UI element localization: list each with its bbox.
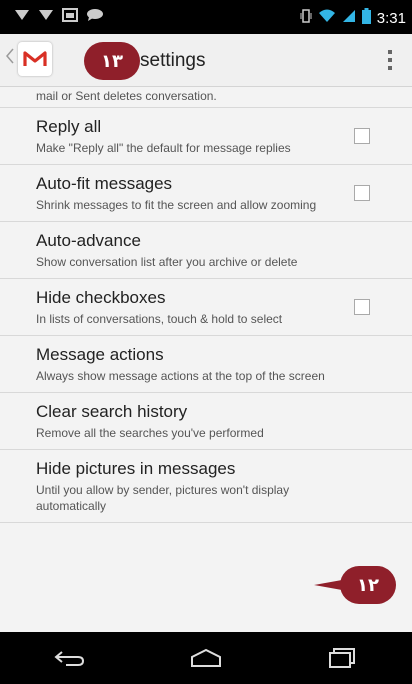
setting-summary: Show conversation list after you archive… [36,255,298,269]
notification-icons [14,8,104,26]
twitter-icon [14,8,30,26]
page-title: settings [140,50,206,71]
setting-title: Message actions [36,345,164,364]
setting-summary: In lists of conversations, touch & hold … [36,312,283,326]
action-bar: settings [0,34,412,87]
system-icons: 3:31 [300,8,406,28]
back-icon[interactable] [44,640,94,676]
setting-summary: Until you allow by sender, pictures won'… [36,483,290,513]
setting-title: Auto-advance [36,231,141,250]
checkbox[interactable] [354,299,370,315]
menu-dot [388,66,392,70]
setting-summary: Always show message actions at the top o… [36,369,325,383]
annotation-badge-13: ۱۳ [84,42,140,80]
menu-dot [388,58,392,62]
status-time: 3:31 [376,9,406,27]
setting-hide-checkboxes[interactable]: Hide checkboxes In lists of conversation… [0,279,412,336]
twitter-icon [38,8,54,26]
setting-summary: Shrink messages to fit the screen and al… [36,198,317,212]
up-chevron-icon[interactable] [6,48,14,69]
status-bar: 3:31 [0,0,412,34]
vibrate-icon [300,8,312,28]
menu-dot [388,50,392,54]
setting-hide-pictures[interactable]: Hide pictures in messages Until you allo… [0,450,412,523]
checkbox[interactable] [354,128,370,144]
recents-icon[interactable] [318,640,368,676]
partial-setting-summary: mail or Sent deletes conversation. [0,87,412,108]
setting-auto-fit[interactable]: Auto-fit messages Shrink messages to fit… [0,165,412,222]
chat-icon [86,8,104,26]
gmail-m-icon[interactable] [18,42,52,76]
setting-title: Reply all [36,117,102,136]
annotation-badge-12: ۱۲ [314,566,396,604]
navigation-bar [0,632,412,684]
image-icon [62,8,78,26]
setting-message-actions[interactable]: Message actions Always show message acti… [0,336,412,393]
setting-title: Clear search history [36,402,188,421]
setting-auto-advance[interactable]: Auto-advance Show conversation list afte… [0,222,412,279]
setting-clear-search-history[interactable]: Clear search history Remove all the sear… [0,393,412,450]
home-icon[interactable] [181,640,231,676]
setting-title: Hide checkboxes [36,288,166,307]
settings-list: mail or Sent deletes conversation. Reply… [0,87,412,523]
wifi-icon [318,9,336,27]
checkbox[interactable] [354,185,370,201]
setting-title: Auto-fit messages [36,174,173,193]
overflow-menu-icon[interactable] [378,44,402,76]
setting-summary: Make "Reply all" the default for message… [36,141,291,155]
battery-icon [361,8,371,28]
setting-reply-all[interactable]: Reply all Make "Reply all" the default f… [0,108,412,165]
signal-icon [342,9,356,27]
setting-summary: Remove all the searches you've performed [36,426,264,440]
setting-title: Hide pictures in messages [36,459,236,478]
